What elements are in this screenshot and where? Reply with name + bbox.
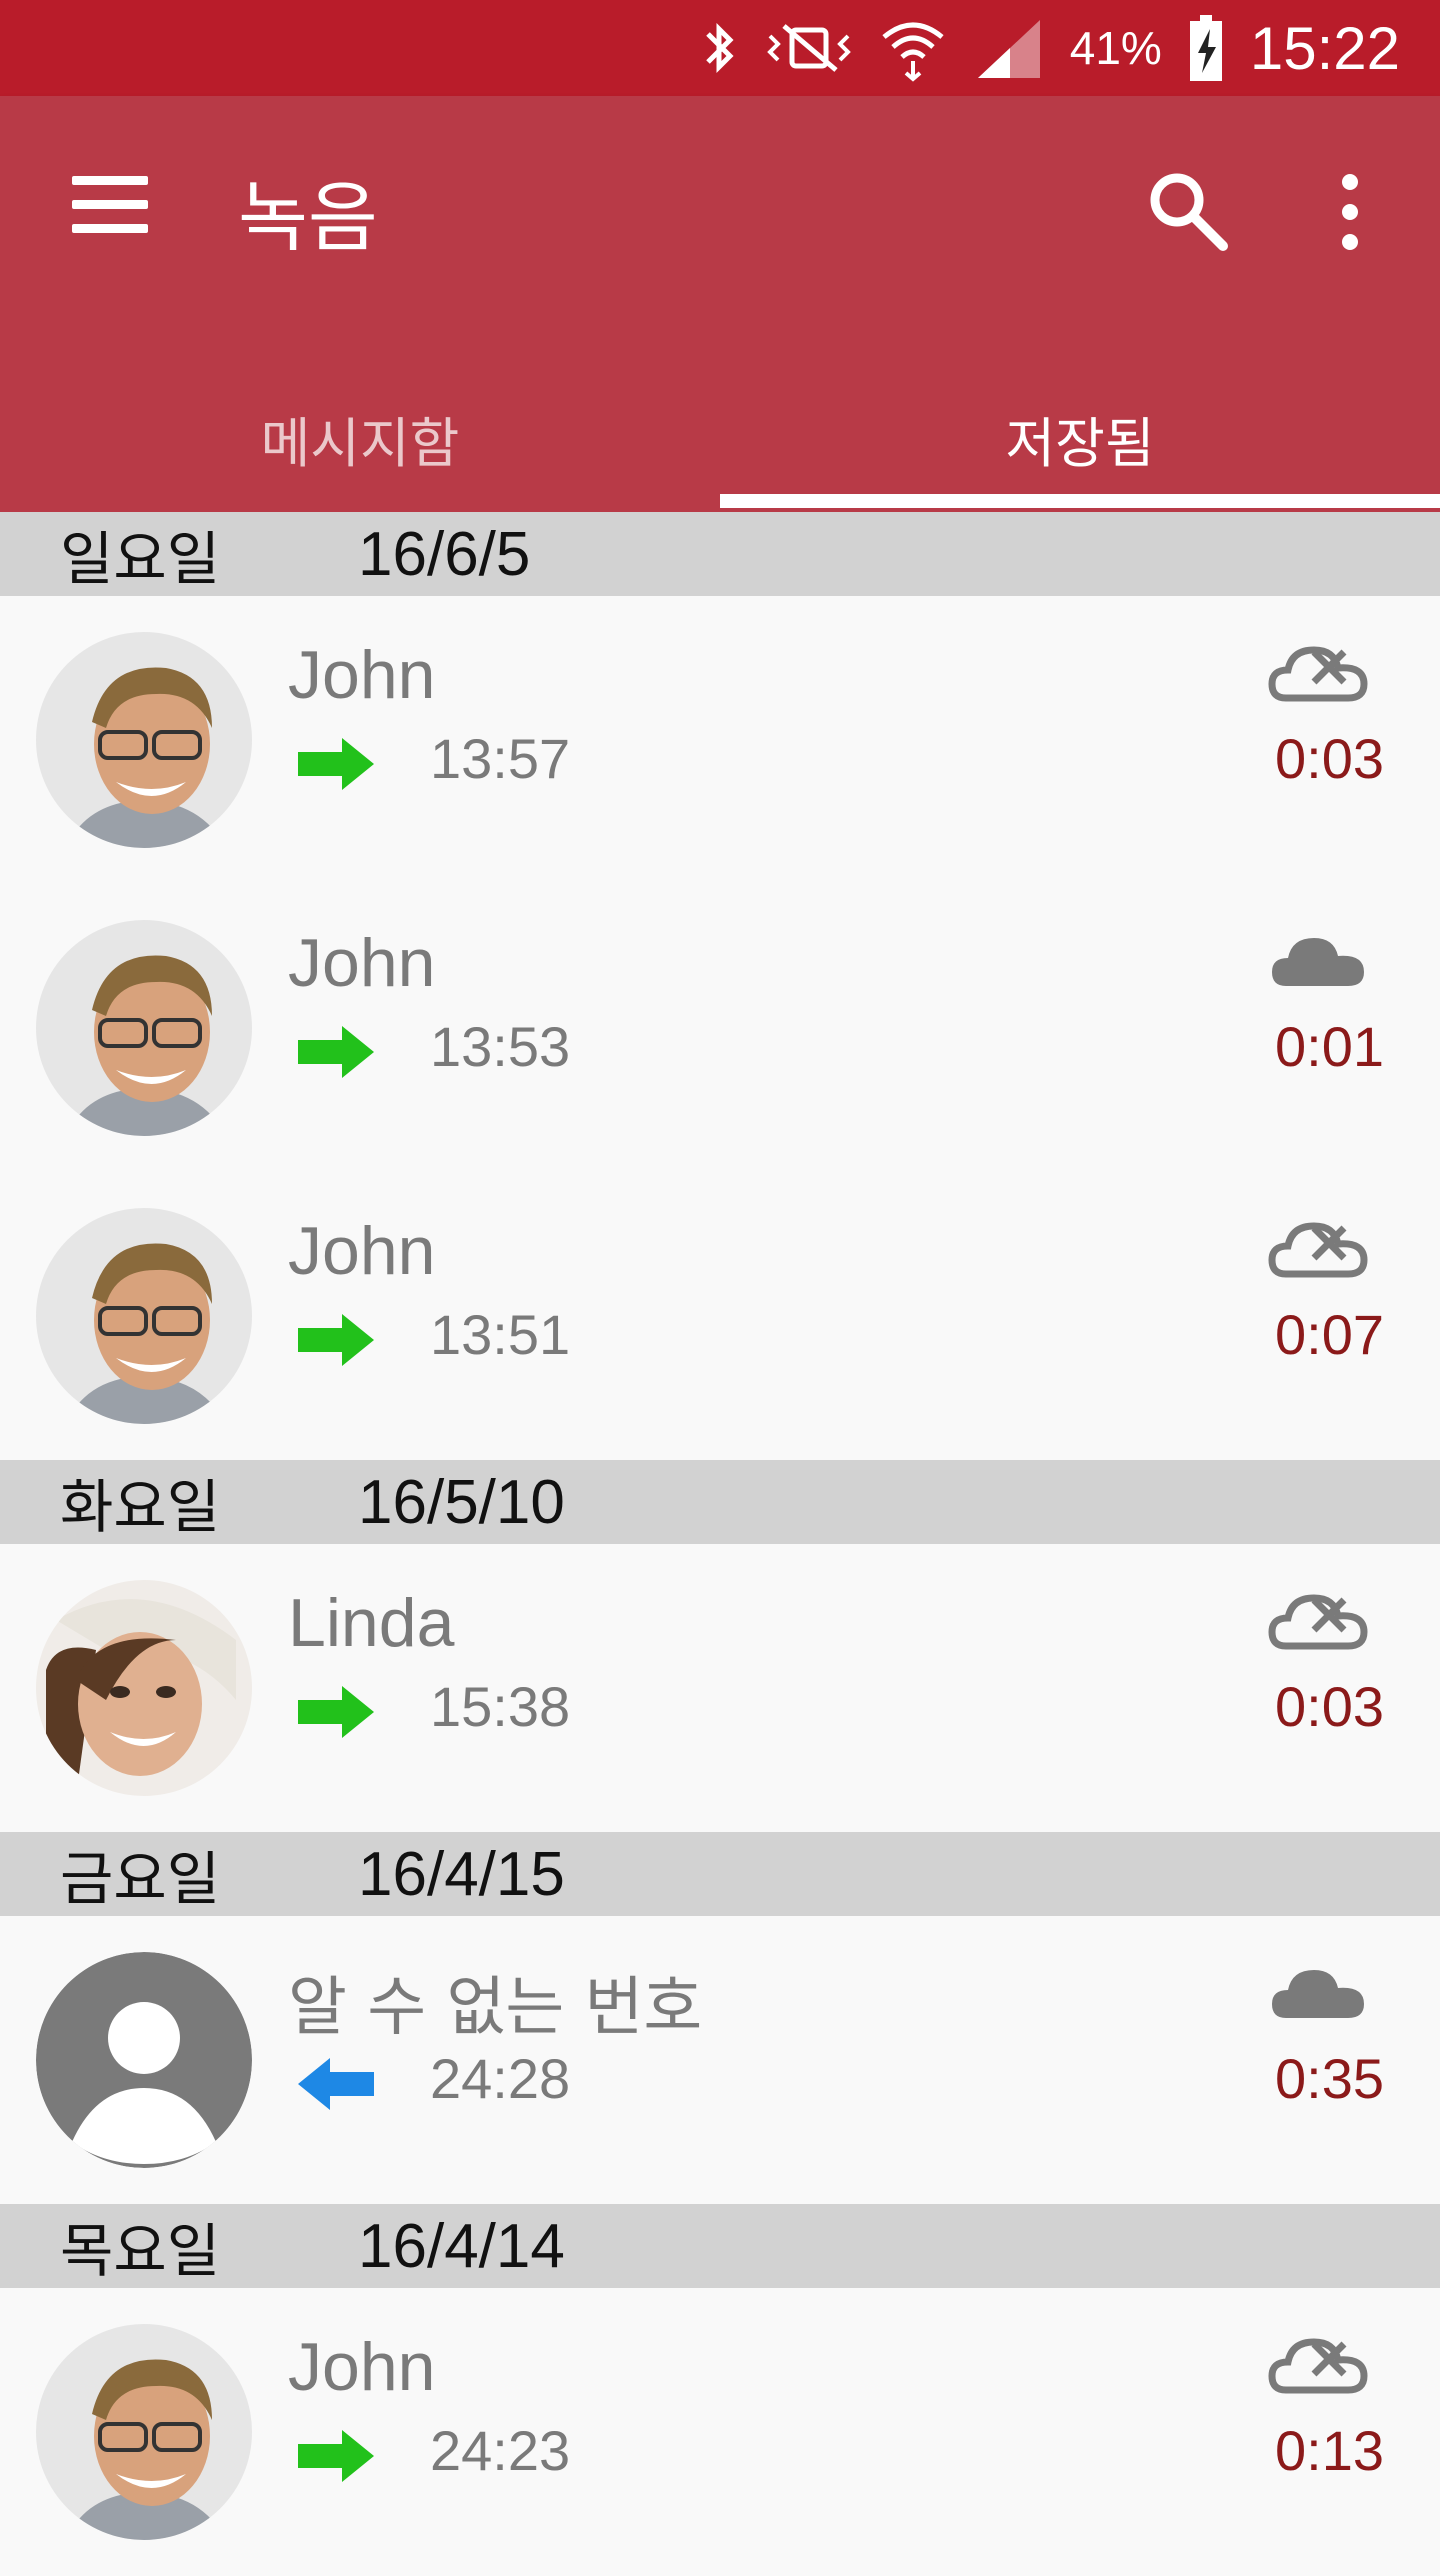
date-header-date: 16/5/10: [358, 1467, 565, 1537]
app-bar: 녹음 메시지함 저장됨: [0, 96, 1440, 512]
contact-avatar: [36, 1580, 252, 1796]
date-header-day: 금요일: [60, 1845, 221, 1913]
cloud-upload-icon[interactable]: [1268, 636, 1368, 710]
date-header-date: 16/4/15: [358, 1839, 565, 1909]
date-header-day: 화요일: [60, 1473, 221, 1541]
recordings-list: 일요일 16/6/5 John 13:57 0:03 John 13:53 0:…: [0, 512, 1440, 2576]
signal-icon: [977, 20, 1040, 78]
date-header: 목요일 16/4/14: [0, 2204, 1440, 2288]
contact-name: 알 수 없는 번호: [288, 1971, 703, 2045]
status-time: 15:22: [1249, 14, 1400, 82]
tab-indicator: [720, 494, 1440, 508]
outgoing-call-icon: [298, 1026, 374, 1078]
page-title: 녹음: [238, 173, 378, 262]
status-bar: 41% 15:22: [0, 0, 1440, 96]
cloud-icon[interactable]: [1268, 1956, 1368, 2030]
wifi-icon: [882, 22, 944, 82]
recording-row[interactable]: 알 수 없는 번호 24:28 0:35: [0, 1916, 1440, 2204]
battery-charging-icon: [1189, 15, 1222, 81]
contact-avatar: [36, 2324, 252, 2540]
more-options-icon[interactable]: [1330, 172, 1370, 252]
cloud-upload-icon[interactable]: [1268, 1212, 1368, 1286]
call-duration: 0:03: [1275, 1675, 1384, 1738]
date-header-day: 일요일: [60, 525, 221, 593]
bluetooth-icon: [705, 22, 734, 74]
call-time: 24:28: [430, 2047, 571, 2110]
cloud-upload-icon[interactable]: [1268, 2328, 1368, 2402]
call-duration: 0:13: [1275, 2419, 1384, 2482]
call-duration: 0:07: [1275, 1303, 1384, 1366]
contact-avatar: [36, 632, 252, 848]
date-header: 화요일 16/5/10: [0, 1460, 1440, 1544]
call-duration: 0:35: [1275, 2047, 1384, 2110]
date-header: 일요일 16/6/5: [0, 512, 1440, 596]
incoming-call-icon: [298, 2058, 374, 2110]
outgoing-call-icon: [298, 1686, 374, 1738]
cloud-upload-icon[interactable]: [1268, 1584, 1368, 1658]
recording-row[interactable]: Linda 15:38 0:03: [0, 1544, 1440, 1832]
recording-row[interactable]: John 13:57 0:03: [0, 596, 1440, 884]
call-duration: 0:03: [1275, 727, 1384, 790]
contact-avatar: [36, 1208, 252, 1424]
call-time: 15:38: [430, 1675, 571, 1738]
call-duration: 0:01: [1275, 1015, 1384, 1078]
unknown-contact-avatar: [36, 1952, 252, 2168]
date-header: 금요일 16/4/15: [0, 1832, 1440, 1916]
date-header-day: 목요일: [60, 2217, 221, 2285]
outgoing-call-icon: [298, 1314, 374, 1366]
cloud-icon[interactable]: [1268, 924, 1368, 998]
recording-row[interactable]: John 13:51 0:07: [0, 1172, 1440, 1460]
contact-name: John: [288, 2329, 436, 2405]
recording-row[interactable]: John 24:23 0:13: [0, 2288, 1440, 2576]
call-time: 24:23: [430, 2419, 571, 2482]
menu-icon[interactable]: [72, 176, 152, 236]
call-time: 13:53: [430, 1015, 571, 1078]
date-header-date: 16/4/14: [358, 2211, 565, 2281]
recording-row[interactable]: John 13:53 0:01: [0, 884, 1440, 1172]
vibrate-icon: [766, 24, 851, 72]
contact-name: Linda: [288, 1585, 455, 1661]
contact-name: John: [288, 1213, 436, 1289]
contact-avatar: [36, 920, 252, 1136]
battery-percent: 41%: [1069, 22, 1162, 74]
tab-inbox[interactable]: 메시지함: [0, 392, 720, 512]
outgoing-call-icon: [298, 2430, 374, 2482]
contact-name: John: [288, 925, 436, 1001]
outgoing-call-icon: [298, 738, 374, 790]
call-time: 13:51: [430, 1303, 571, 1366]
contact-name: John: [288, 637, 436, 713]
date-header-date: 16/6/5: [358, 519, 531, 589]
call-time: 13:57: [430, 727, 571, 790]
search-icon[interactable]: [1145, 168, 1229, 252]
